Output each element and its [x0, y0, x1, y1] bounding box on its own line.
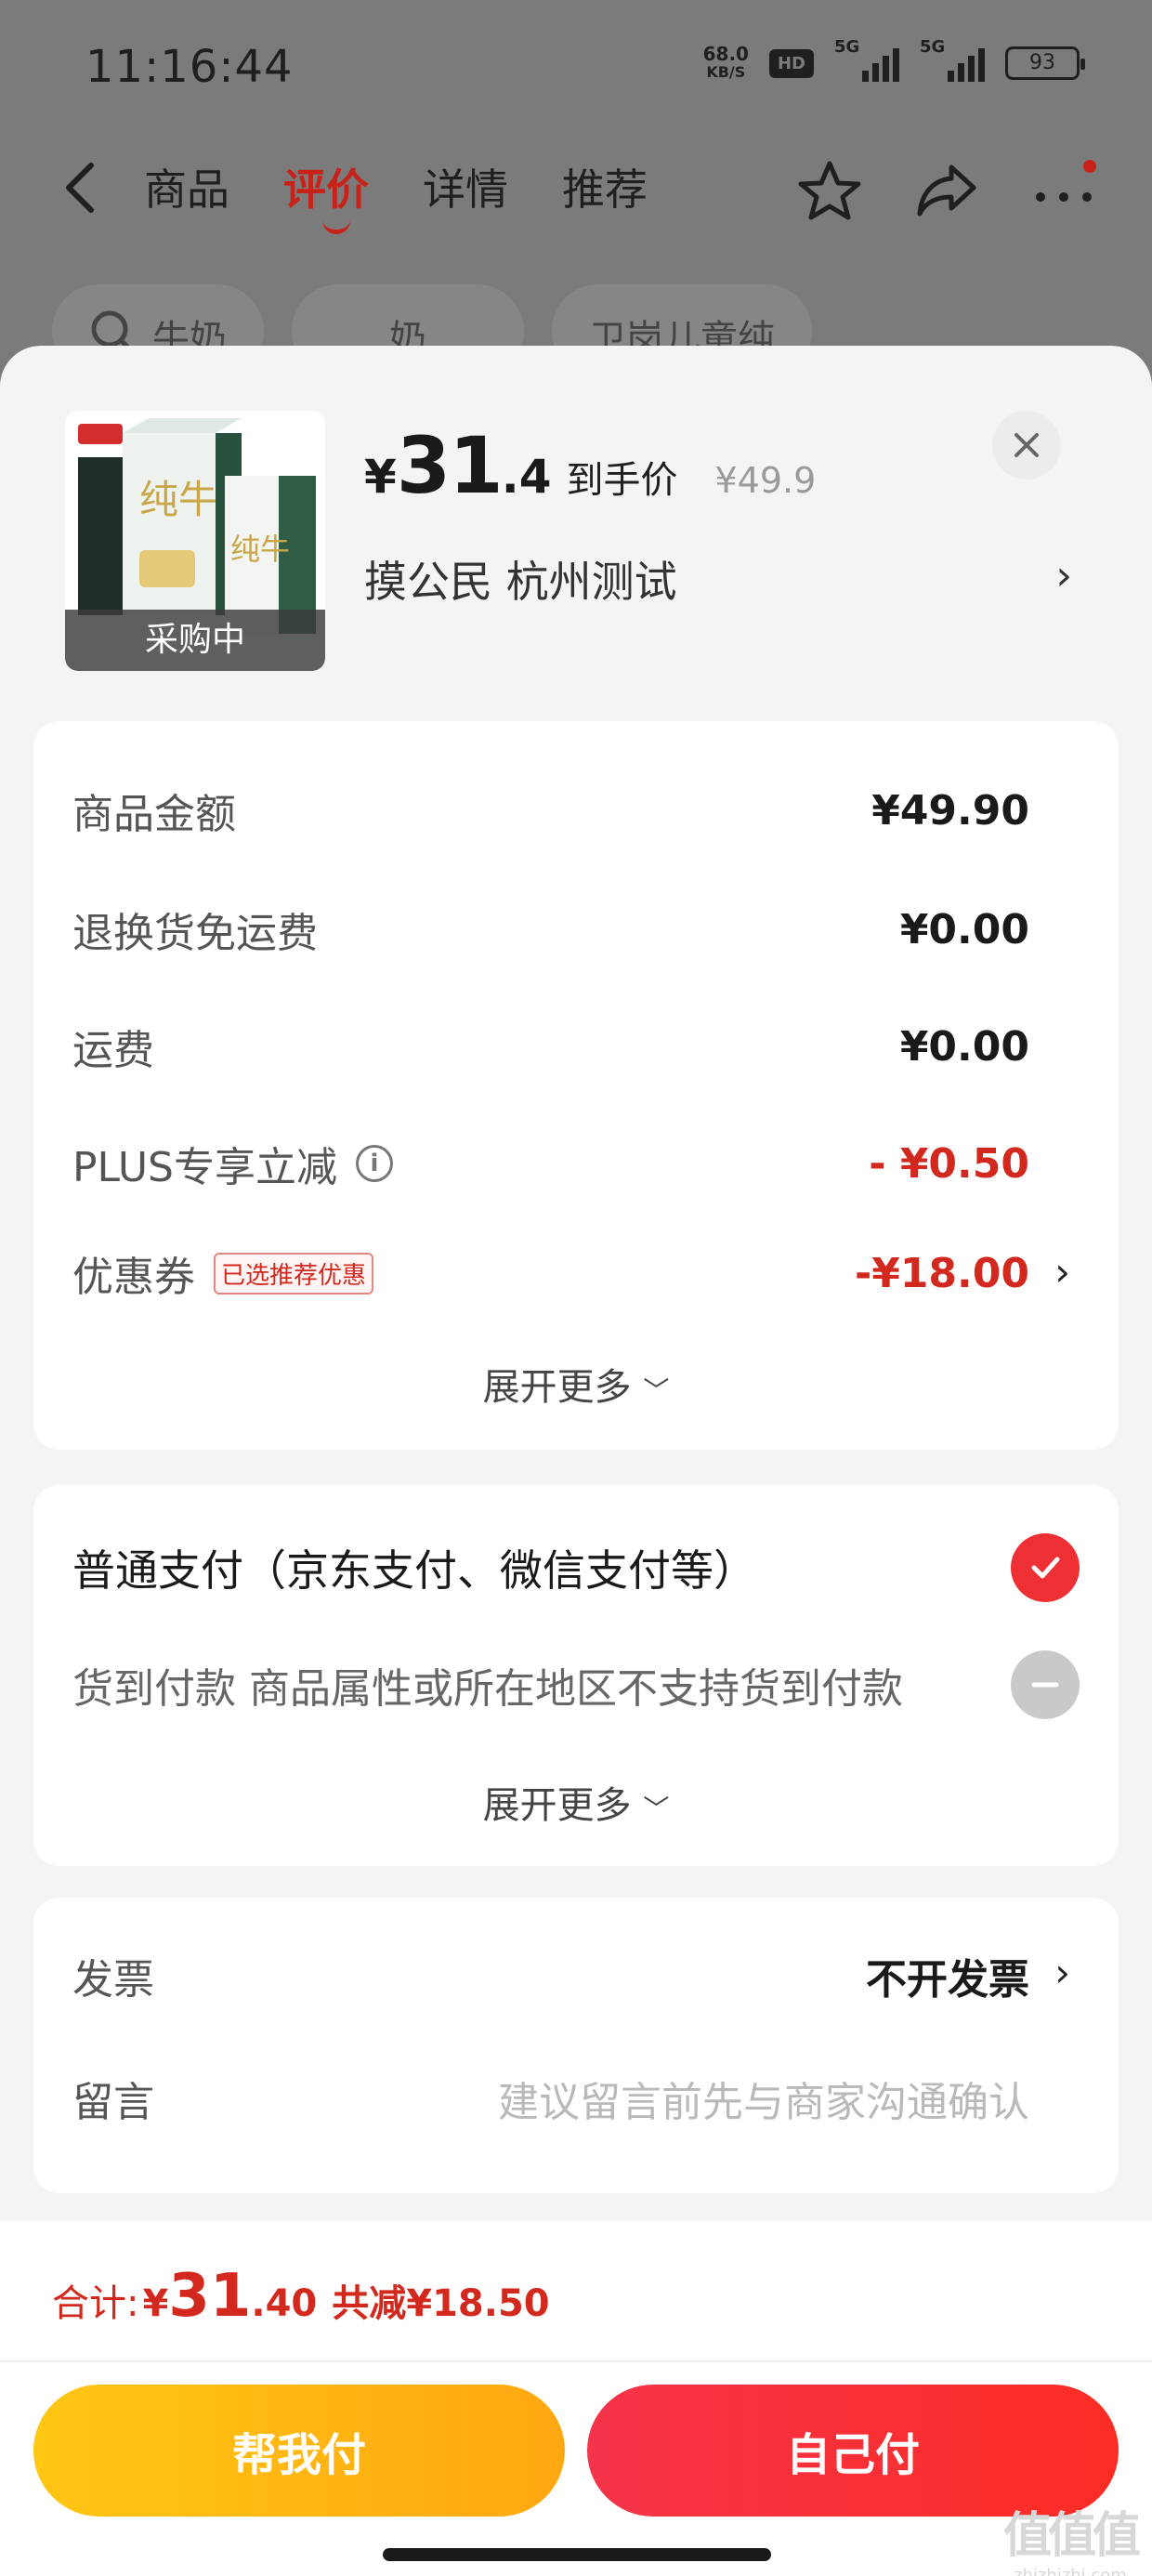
- shipping-fee-row: 运费 ¥0.00: [72, 1022, 1029, 1075]
- checkout-sheet: 纯牛 纯牛 采购中 ¥ 31 .4 到手价 ¥49.9 摸公民 杭州测试 › 商…: [0, 346, 1152, 2576]
- invoice-row[interactable]: 发票 不开发票: [72, 1946, 1029, 2005]
- svg-text:纯牛: 纯牛: [139, 477, 217, 522]
- chevron-right-icon[interactable]: ›: [1054, 1249, 1070, 1295]
- chevron-down-icon: ﹀: [643, 1794, 670, 1824]
- disabled-icon: [1011, 1650, 1080, 1719]
- signal-icon-2: 5G: [920, 37, 985, 82]
- memo-row[interactable]: 留言 建议留言前先与商家沟通确认: [72, 2069, 1029, 2128]
- payment-method-card: 普通支付（京东支付、微信支付等） 货到付款 商品属性或所在地区不支持货到付款 展…: [33, 1485, 1119, 1866]
- original-price: ¥49.9: [714, 460, 817, 501]
- share-icon[interactable]: [914, 160, 979, 221]
- status-time: 11:16:44: [85, 41, 294, 93]
- return-shipping-row: 退换货免运费 ¥0.00: [72, 905, 1029, 958]
- total-savings: 共减¥18.50: [332, 2282, 550, 2325]
- tab-details[interactable]: 详情: [423, 156, 508, 217]
- chevron-right-icon[interactable]: ›: [1054, 1950, 1070, 1995]
- product-header: 纯牛 纯牛 采购中 ¥ 31 .4 到手价 ¥49.9 摸公民 杭州测试 ›: [0, 346, 1152, 690]
- purchasing-badge: 采购中: [65, 610, 325, 671]
- product-nav-bar: 商品 评价 详情 推荐: [0, 139, 1152, 242]
- tab-products[interactable]: 商品: [144, 156, 229, 217]
- product-image: 纯牛 纯牛 采购中: [65, 411, 325, 671]
- status-bar: 11:16:44 68.0 KB/S HD 5G 5G 93: [0, 0, 1152, 139]
- help-me-pay-button[interactable]: 帮我付: [33, 2385, 565, 2517]
- cost-breakdown-card: 商品金额 ¥49.90 退换货免运费 ¥0.00 运费 ¥0.00 PLUS专享…: [33, 721, 1119, 1450]
- divider: [0, 2360, 1152, 2362]
- checkmark-icon[interactable]: [1011, 1533, 1080, 1602]
- order-total: 合计: ¥ 31 .40 共减¥18.50: [52, 2262, 550, 2331]
- payment-option-cod: 货到付款 商品属性或所在地区不支持货到付款: [72, 1650, 1080, 1719]
- home-indicator[interactable]: [383, 2548, 771, 2561]
- close-icon: [1015, 433, 1039, 457]
- coupon-tag: 已选推荐优惠: [214, 1252, 374, 1295]
- expand-more-button[interactable]: 展开更多 ﹀: [33, 1357, 1119, 1411]
- watermark-logo: 值值值 zhizhizhi.com: [1002, 2508, 1141, 2576]
- expand-more-button-payment[interactable]: 展开更多 ﹀: [33, 1775, 1119, 1829]
- signal-icon: 5G: [834, 37, 899, 82]
- final-price-tag: 到手价: [566, 459, 678, 502]
- checkout-footer: 合计: ¥ 31 .40 共减¥18.50 帮我付 自己付 值值值 zhizhi…: [0, 2221, 1152, 2576]
- delivery-address[interactable]: 摸公民 杭州测试: [364, 548, 677, 610]
- tab-recommend[interactable]: 推荐: [562, 156, 648, 217]
- nav-tabs: 商品 评价 详情 推荐: [144, 156, 648, 234]
- final-price: 31: [396, 420, 504, 511]
- tab-reviews[interactable]: 评价: [283, 156, 369, 234]
- invoice-memo-card: 发票 不开发票 › 留言 建议留言前先与商家沟通确认: [33, 1898, 1119, 2193]
- plus-discount-row: PLUS专享立减 i - ¥0.50: [72, 1139, 1029, 1192]
- more-icon[interactable]: [1031, 160, 1096, 221]
- battery-icon: 93: [1005, 46, 1085, 80]
- chevron-right-icon[interactable]: ›: [1055, 552, 1072, 599]
- chevron-down-icon: ﹀: [643, 1375, 670, 1406]
- hd-icon: HD: [768, 48, 814, 78]
- notification-dot: [1083, 160, 1096, 173]
- nav-actions: [797, 160, 1096, 221]
- memo-input[interactable]: 建议留言前先与商家沟通确认: [498, 2069, 1029, 2128]
- info-icon[interactable]: i: [356, 1145, 393, 1182]
- close-button[interactable]: [992, 411, 1061, 480]
- network-speed: 68.0 KB/S: [702, 43, 749, 81]
- payment-option-normal[interactable]: 普通支付（京东支付、微信支付等）: [72, 1533, 1080, 1602]
- svg-text:纯牛: 纯牛: [230, 532, 290, 567]
- background-page: 11:16:44 68.0 KB/S HD 5G 5G 93 商品 评价 详情: [0, 0, 1152, 390]
- back-arrow-icon[interactable]: [58, 160, 104, 216]
- price-row: ¥ 31 .4 到手价 ¥49.9: [364, 420, 817, 511]
- goods-amount-row: 商品金额 ¥49.90: [72, 786, 1029, 839]
- status-indicators: 68.0 KB/S HD 5G 5G 93: [702, 37, 1085, 82]
- star-icon[interactable]: [797, 160, 862, 221]
- coupon-row[interactable]: 优惠券 已选推荐优惠 -¥18.00: [72, 1243, 1029, 1303]
